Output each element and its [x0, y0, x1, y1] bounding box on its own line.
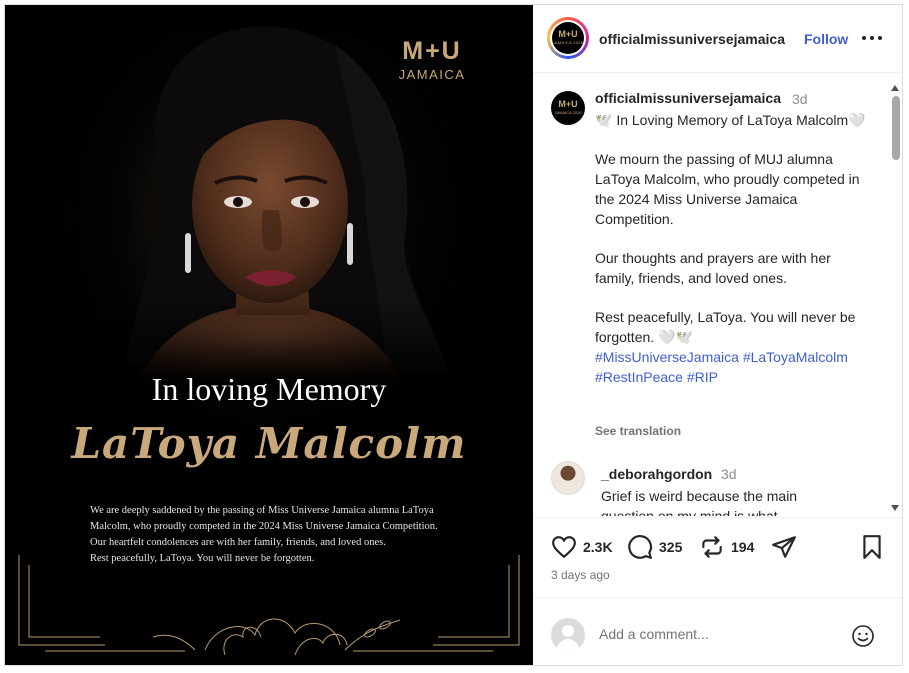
comment-timestamp[interactable]: 3d: [721, 466, 737, 482]
memory-name: LaToya Malcolm: [71, 419, 467, 468]
story-ring[interactable]: M+U JAMAICA 2026: [547, 17, 589, 59]
floral-border-decoration: [18, 555, 520, 656]
scrollbar-thumb[interactable]: [892, 96, 900, 160]
caption-title: 🕊️ In Loving Memory of LaToya Malcolm🤍: [595, 112, 866, 128]
caption-timestamp[interactable]: 3d: [792, 91, 808, 107]
post-side-panel: M+U JAMAICA 2026 officialmissuniversejam…: [533, 5, 902, 665]
caption-avatar[interactable]: M+U JAMAICA 2026: [551, 91, 585, 125]
miss-universe-jamaica-logo: M+U JAMAICA: [398, 37, 466, 82]
caption-username[interactable]: officialmissuniversejamaica: [595, 90, 781, 106]
bookmark-icon[interactable]: [859, 534, 885, 560]
action-bar: 2.3K 325 194: [533, 517, 902, 597]
repost-action[interactable]: 194: [699, 534, 754, 560]
emoji-icon[interactable]: [851, 624, 875, 648]
header-username[interactable]: officialmissuniversejamaica: [599, 31, 785, 47]
add-comment-bar: [533, 597, 902, 665]
commenter-avatar[interactable]: [551, 461, 585, 495]
hashtag-link[interactable]: #RIP: [687, 369, 718, 385]
memory-heading: In loving Memory: [151, 371, 387, 407]
caption-paragraph: We mourn the passing of MUJ alumna LaToy…: [595, 151, 860, 227]
comment-username[interactable]: _deborahgordon: [601, 466, 712, 482]
hashtag-link[interactable]: #LaToyaMalcolm: [743, 349, 848, 365]
repost-icon[interactable]: [699, 534, 725, 560]
like-action[interactable]: 2.3K: [551, 534, 613, 560]
scroll-down-arrow[interactable]: [891, 505, 899, 511]
repost-count[interactable]: 194: [731, 539, 754, 555]
comment-input[interactable]: [599, 626, 839, 642]
like-count[interactable]: 2.3K: [583, 539, 613, 555]
memory-line: We are deeply saddened by the passing of…: [90, 505, 434, 516]
more-horizontal-icon[interactable]: [861, 29, 883, 45]
see-translation-link[interactable]: See translation: [595, 424, 681, 438]
scroll-up-arrow[interactable]: [891, 85, 899, 91]
posted-ago[interactable]: 3 days ago: [551, 568, 610, 582]
caption-text: 🕊️ In Loving Memory of LaToya Malcolm🤍 W…: [595, 110, 870, 387]
heart-icon[interactable]: [551, 534, 577, 560]
post-header: M+U JAMAICA 2026 officialmissuniversejam…: [533, 5, 902, 73]
comment-action[interactable]: 325: [627, 534, 682, 560]
comment-icon[interactable]: [627, 534, 653, 560]
save-action[interactable]: [859, 534, 885, 560]
follow-button[interactable]: Follow: [804, 31, 848, 47]
hashtag-link[interactable]: #MissUniverseJamaica: [595, 349, 739, 365]
send-icon[interactable]: [771, 534, 797, 560]
comment-count[interactable]: 325: [659, 539, 682, 555]
post-window: M+U JAMAICA In loving Memory LaToya Malc…: [4, 4, 903, 666]
caption-paragraph: Rest peacefully, LaToya. You will never …: [595, 309, 856, 345]
caption-paragraph: Our thoughts and prayers are with her fa…: [595, 250, 831, 286]
hashtag-link[interactable]: #RestInPeace: [595, 369, 683, 385]
comment-text: Grief is weird because the main question…: [601, 488, 798, 516]
share-action[interactable]: [771, 534, 797, 560]
post-image[interactable]: M+U JAMAICA In loving Memory LaToya Malc…: [5, 5, 533, 665]
current-user-avatar: [551, 618, 585, 652]
profile-avatar[interactable]: M+U JAMAICA 2026: [552, 22, 584, 54]
